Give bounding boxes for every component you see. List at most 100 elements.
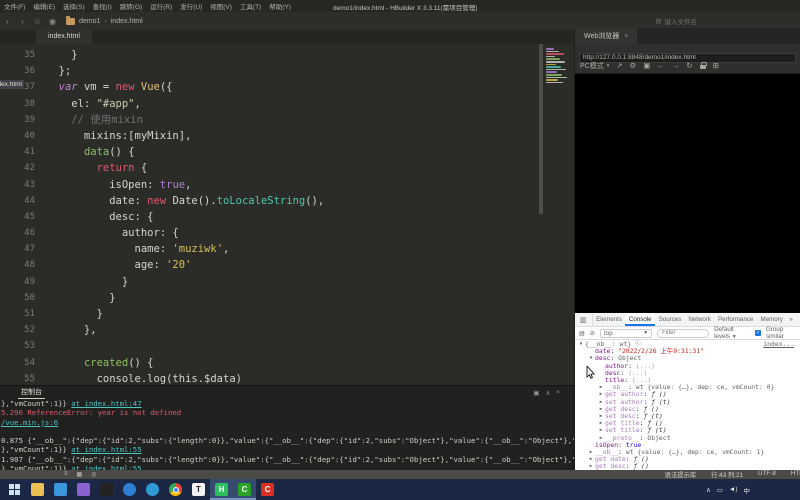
menu-item[interactable]: 运行(R) — [146, 1, 176, 11]
chrome-icon[interactable] — [164, 479, 187, 500]
menu-item[interactable]: 视图(V) — [206, 1, 236, 11]
tree-arrow-icon[interactable]: ▶ — [597, 413, 605, 420]
forward-arrow-icon[interactable]: → — [672, 61, 680, 70]
file-search[interactable]: ▤ 键入文件名 — [655, 16, 697, 26]
collapse-panel-icon[interactable]: ∧ — [545, 389, 550, 397]
console-sidebar-icon[interactable]: ▤ — [579, 330, 585, 337]
tree-arrow-icon[interactable]: ▶ — [597, 384, 605, 391]
line-number: 35 — [24, 50, 35, 60]
nav-forward-icon[interactable]: › — [15, 17, 30, 26]
menu-item[interactable]: 发行(U) — [176, 1, 206, 11]
chevron-up-icon[interactable]: ∧ — [706, 486, 711, 494]
devtools-source-link[interactable]: index... — [763, 340, 794, 348]
editor-tab-index-html[interactable]: index.html — [36, 30, 92, 44]
console-log-line — [1, 427, 574, 436]
panel-icon[interactable]: ▦ — [77, 471, 83, 478]
device-mode-select[interactable]: PC模式 — [580, 61, 604, 71]
console-log-line: 1.907 {"__ob__":{"dep":{"id":2,"subs":{"… — [1, 454, 574, 464]
menu-item[interactable]: 工具(T) — [236, 1, 265, 11]
context-select-value: top — [604, 329, 613, 337]
open-new-window-icon[interactable]: ▣ — [533, 389, 539, 397]
editor-pane: index.html index.html 35 }36 };37 var vm… — [0, 30, 575, 470]
console-panel: 控制台 ▣ ∧ × },"vmCount":1}} at index.html:… — [0, 385, 574, 470]
code-text: } — [46, 275, 129, 288]
tree-arrow-icon[interactable]: ▶ — [597, 406, 605, 413]
source-link[interactable]: at index.html:55 — [71, 445, 141, 454]
typora-icon[interactable]: T — [187, 479, 210, 500]
tree-arrow-icon[interactable]: ▶ — [597, 420, 605, 427]
devtools-toggle-icon[interactable]: ▣ — [643, 61, 650, 70]
tree-arrow-icon[interactable]: ▶ — [587, 456, 595, 463]
menu-item[interactable]: 选择(S) — [59, 1, 89, 11]
source-link[interactable]: at index.html:47 — [71, 399, 141, 408]
tree-arrow-icon[interactable]: ▶ — [597, 427, 605, 434]
menu-item[interactable]: 跳转(G) — [116, 1, 146, 11]
status-item[interactable]: HTML — [791, 470, 800, 479]
c-green-app-icon[interactable]: C — [233, 479, 256, 500]
devtools-tab-network[interactable]: Network — [685, 313, 715, 326]
ime-indicator[interactable]: 中 — [744, 485, 751, 495]
devtools-tab-sources[interactable]: Sources — [655, 313, 685, 326]
list-icon[interactable]: ≡ — [64, 471, 68, 478]
devtools-tab-memory[interactable]: Memory — [757, 313, 786, 326]
tree-arrow-icon[interactable]: ▼ — [587, 355, 595, 362]
refresh-icon[interactable]: ↻ — [686, 61, 692, 70]
tree-arrow-icon[interactable]: ▶ — [587, 449, 595, 456]
media-player-icon[interactable] — [95, 479, 118, 500]
status-item[interactable]: UTF-8 — [758, 470, 776, 479]
minimap[interactable] — [546, 47, 572, 84]
hbuilderx-icon[interactable]: H — [210, 479, 233, 500]
collapsed-file-label[interactable]: index.html — [0, 80, 24, 89]
group-similar-checkbox[interactable]: ✓ — [754, 330, 761, 336]
editor-scrollbar[interactable] — [539, 44, 543, 214]
nav-back-icon[interactable]: ‹ — [0, 17, 15, 26]
display-icon[interactable]: ▭ — [717, 486, 723, 494]
target-icon[interactable]: ◎ — [91, 471, 96, 478]
breadcrumb-file[interactable]: index.html — [111, 18, 143, 25]
code-editor[interactable]: index.html 35 }36 };37 var vm = new Vue(… — [0, 44, 574, 385]
menu-item[interactable]: 编辑(E) — [29, 1, 59, 11]
status-item[interactable]: 语法提示库 — [665, 470, 696, 479]
grid-menu-icon[interactable]: ⊞ — [713, 61, 719, 70]
start-button[interactable] — [3, 479, 26, 500]
console-filter-input[interactable] — [657, 328, 710, 338]
source-link[interactable]: /vue.min.js:6 — [1, 418, 58, 427]
browser-viewport[interactable] — [575, 74, 800, 313]
tree-arrow-icon[interactable]: ▶ — [597, 391, 605, 398]
code-text: created() { — [83, 356, 154, 369]
devtools-tab-elements[interactable]: Elements — [593, 313, 626, 326]
log-levels-select[interactable]: Default levels ▼ — [714, 326, 750, 340]
open-external-browser-icon[interactable]: ↗ — [616, 61, 622, 70]
app-blue-icon[interactable] — [118, 479, 141, 500]
menu-item[interactable]: 查找(I) — [89, 1, 116, 11]
breadcrumb-project[interactable]: demo1 — [79, 18, 100, 25]
editor-line: 44 date: new Date().toLocaleString(), — [0, 193, 574, 209]
device-toolbar-icon[interactable]: ▥ — [575, 313, 593, 326]
c-red-app-icon[interactable]: C — [256, 479, 279, 500]
close-panel-icon[interactable]: × — [556, 389, 560, 397]
clear-console-icon[interactable]: ⊘ — [590, 330, 595, 337]
devtools-tab-performance[interactable]: Performance — [715, 313, 757, 326]
record-icon[interactable]: ◉ — [45, 17, 60, 26]
code-text: } — [46, 291, 116, 304]
context-select[interactable]: top ▼ — [600, 328, 653, 338]
3d-viewer-icon[interactable] — [72, 479, 95, 500]
settings-gear-icon[interactable]: ⚙ — [630, 61, 637, 70]
back-arrow-icon[interactable]: ← — [657, 61, 665, 70]
close-tab-icon[interactable]: × — [624, 33, 628, 40]
menu-item[interactable]: 文件(F) — [0, 1, 29, 11]
file-explorer-icon[interactable] — [26, 479, 49, 500]
status-item[interactable]: 行:43 列:21 — [711, 470, 743, 479]
screen: 文件(F) 编辑(E) 选择(S) 查找(I) 跳转(G) 运行(R) 发行(U) 视图(V)… — [0, 0, 800, 500]
edge-icon[interactable] — [141, 479, 164, 500]
console-tab[interactable]: 控制台 — [18, 387, 45, 399]
tree-arrow-icon[interactable]: ▼ — [577, 341, 585, 348]
volume-icon[interactable]: ◄) — [729, 486, 738, 493]
photos-icon[interactable] — [49, 479, 72, 500]
more-tabs-icon[interactable]: » — [786, 313, 795, 326]
star-icon[interactable]: ☆ — [30, 17, 45, 26]
devtools-tab-console[interactable]: Console — [625, 313, 656, 326]
menu-item[interactable]: 帮助(Y) — [265, 1, 295, 11]
web-browser-tab[interactable]: Web浏览器 × — [575, 28, 638, 44]
tree-arrow-icon[interactable]: ▶ — [597, 399, 605, 406]
